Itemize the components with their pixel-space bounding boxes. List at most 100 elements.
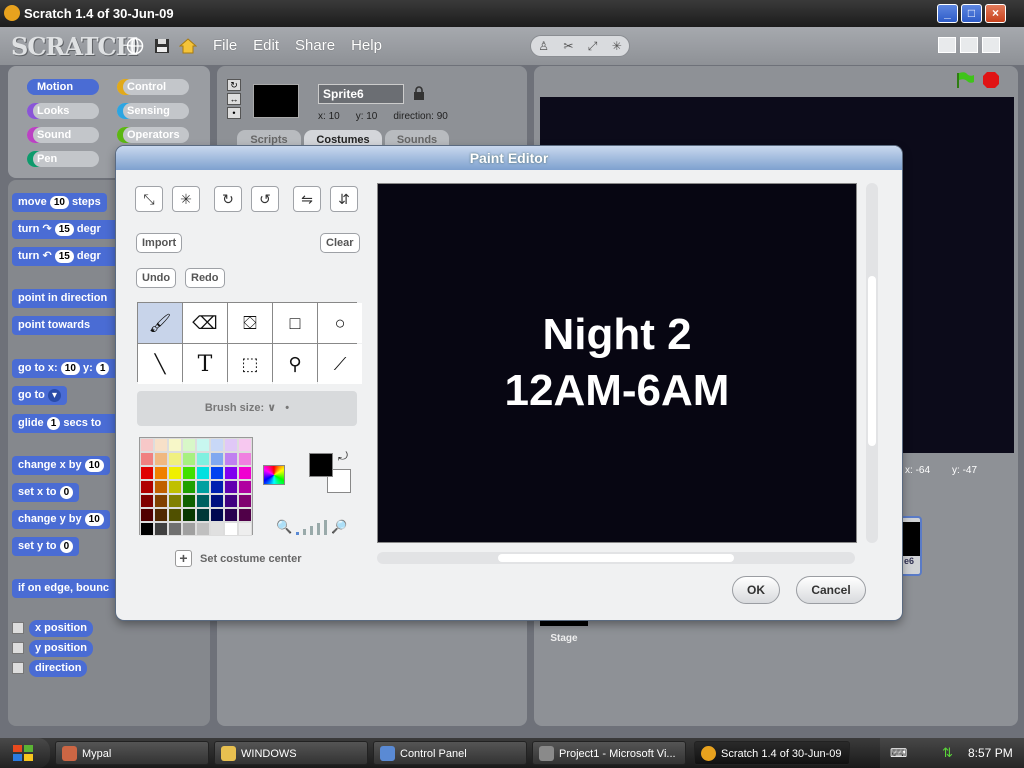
category-motion[interactable]: Motion [27, 79, 99, 95]
shrink-icon[interactable]: ✳ [172, 186, 200, 212]
color-swatch[interactable] [168, 480, 182, 494]
category-operators[interactable]: Operators [117, 127, 189, 143]
chevron-down-icon[interactable]: ∨ [267, 402, 276, 414]
brush-size-bar[interactable]: Brush size: ∨ • [137, 391, 357, 426]
color-swatch[interactable] [168, 508, 182, 522]
paintbrush-icon[interactable]: 🖌 [138, 303, 182, 343]
color-swatch[interactable] [238, 452, 252, 466]
green-flag-icon[interactable] [955, 71, 975, 89]
block-go-to-xy[interactable]: go to x: 10 y: 1 [12, 359, 122, 378]
color-swatch[interactable] [154, 508, 168, 522]
color-swatch[interactable] [182, 438, 196, 452]
menu-edit[interactable]: Edit [253, 37, 279, 54]
select-icon[interactable]: ⬚ [228, 344, 272, 384]
color-swatch[interactable] [210, 438, 224, 452]
eyedropper-icon[interactable]: ⟋ [318, 344, 362, 384]
zoom-level-1[interactable] [296, 532, 300, 535]
zoom-in-icon[interactable]: 🔎 [331, 519, 347, 535]
zoom-level-5[interactable] [324, 520, 328, 535]
color-swatch[interactable] [238, 480, 252, 494]
task-windows[interactable]: WINDOWS [214, 741, 368, 765]
task-scratch[interactable]: Scratch 1.4 of 30-Jun-09 [694, 741, 850, 765]
color-swatch[interactable] [168, 466, 182, 480]
color-swatch[interactable] [210, 480, 224, 494]
color-swatch[interactable] [182, 522, 196, 536]
color-swatch[interactable] [210, 522, 224, 536]
share-icon[interactable] [179, 37, 197, 55]
block-bounce[interactable]: if on edge, bounc [12, 579, 122, 598]
color-swatch[interactable] [238, 466, 252, 480]
color-swatch[interactable] [154, 438, 168, 452]
reporter-direction[interactable]: direction [29, 660, 88, 677]
color-swatch[interactable] [140, 438, 154, 452]
color-swatch[interactable] [210, 508, 224, 522]
color-swatch[interactable] [196, 438, 210, 452]
color-swatch[interactable] [210, 452, 224, 466]
block-change-x[interactable]: change x by 10 [12, 456, 110, 475]
block-set-y[interactable]: set y to 0 [12, 537, 80, 556]
menu-share[interactable]: Share [295, 37, 335, 54]
small-stage-icon[interactable] [938, 37, 956, 53]
color-swatch[interactable] [154, 494, 168, 508]
color-swatch[interactable] [224, 522, 238, 536]
start-button[interactable] [0, 738, 50, 768]
color-palette[interactable] [139, 437, 253, 536]
lock-icon[interactable] [413, 86, 425, 100]
color-swatch[interactable] [238, 438, 252, 452]
color-swatch[interactable] [210, 494, 224, 508]
stamp-icon[interactable]: ⚲ [273, 344, 317, 384]
ypos-checkbox[interactable] [12, 642, 24, 654]
color-swatch[interactable] [140, 494, 154, 508]
category-sound[interactable]: Sound [27, 127, 99, 143]
color-swatch[interactable] [196, 508, 210, 522]
category-control[interactable]: Control [117, 79, 189, 95]
reporter-y-position[interactable]: y position [29, 640, 93, 657]
set-costume-center[interactable]: + Set costume center [175, 550, 301, 567]
fill-bucket-icon[interactable]: ⛋ [228, 303, 272, 343]
category-sensing[interactable]: Sensing [117, 103, 189, 119]
vertical-scroll-thumb[interactable] [868, 276, 876, 446]
sprite-name-field[interactable]: Sprite6 [318, 84, 404, 104]
reporter-x-position[interactable]: x position [29, 620, 93, 637]
color-swatch[interactable] [168, 438, 182, 452]
block-glide[interactable]: glide 1 secs to [12, 414, 122, 433]
color-swatch[interactable] [168, 494, 182, 508]
block-move[interactable]: move 10 steps [12, 193, 107, 212]
color-swatch[interactable] [210, 466, 224, 480]
ellipse-icon[interactable]: ○ [318, 303, 362, 343]
flip-horizontal-icon[interactable]: ⇋ [293, 186, 321, 212]
redo-button[interactable]: Redo [185, 268, 225, 288]
color-spectrum-icon[interactable] [263, 465, 285, 485]
color-swatch[interactable] [196, 452, 210, 466]
flip-vertical-icon[interactable]: ⇵ [330, 186, 358, 212]
minimize-button[interactable]: _ [937, 4, 958, 23]
color-swatch[interactable] [182, 466, 196, 480]
swap-colors-icon[interactable]: ⤾ [338, 449, 348, 464]
category-looks[interactable]: Looks [27, 103, 99, 119]
task-mypal[interactable]: Mypal [55, 741, 209, 765]
save-icon[interactable] [153, 37, 171, 55]
block-go-to[interactable]: go to ▾ [12, 386, 67, 405]
undo-button[interactable]: Undo [136, 268, 177, 288]
block-point-direction[interactable]: point in direction [12, 289, 122, 308]
rotate-ccw-icon[interactable]: ↺ [251, 186, 279, 212]
globe-icon[interactable] [126, 37, 144, 55]
color-swatch[interactable] [154, 480, 168, 494]
delete-icon[interactable]: ✂ [563, 39, 573, 53]
color-swatch[interactable] [182, 452, 196, 466]
zoom-level-4[interactable] [317, 523, 321, 535]
zoom-out-icon[interactable]: 🔍 [276, 519, 292, 535]
shrink-icon[interactable]: ✳ [612, 39, 622, 53]
color-swatch[interactable] [224, 466, 238, 480]
grow-icon[interactable]: ⤡ [135, 186, 163, 212]
task-project1[interactable]: Project1 - Microsoft Vi... [532, 741, 686, 765]
ok-button[interactable]: OK [732, 576, 780, 604]
color-swatch[interactable] [196, 480, 210, 494]
text-icon[interactable]: T [183, 344, 227, 384]
color-swatch[interactable] [224, 480, 238, 494]
color-swatch[interactable] [224, 438, 238, 452]
grow-icon[interactable]: ⤢ [588, 39, 598, 54]
cancel-button[interactable]: Cancel [796, 576, 866, 604]
color-swatch[interactable] [140, 522, 154, 536]
rectangle-icon[interactable]: □ [273, 303, 317, 343]
